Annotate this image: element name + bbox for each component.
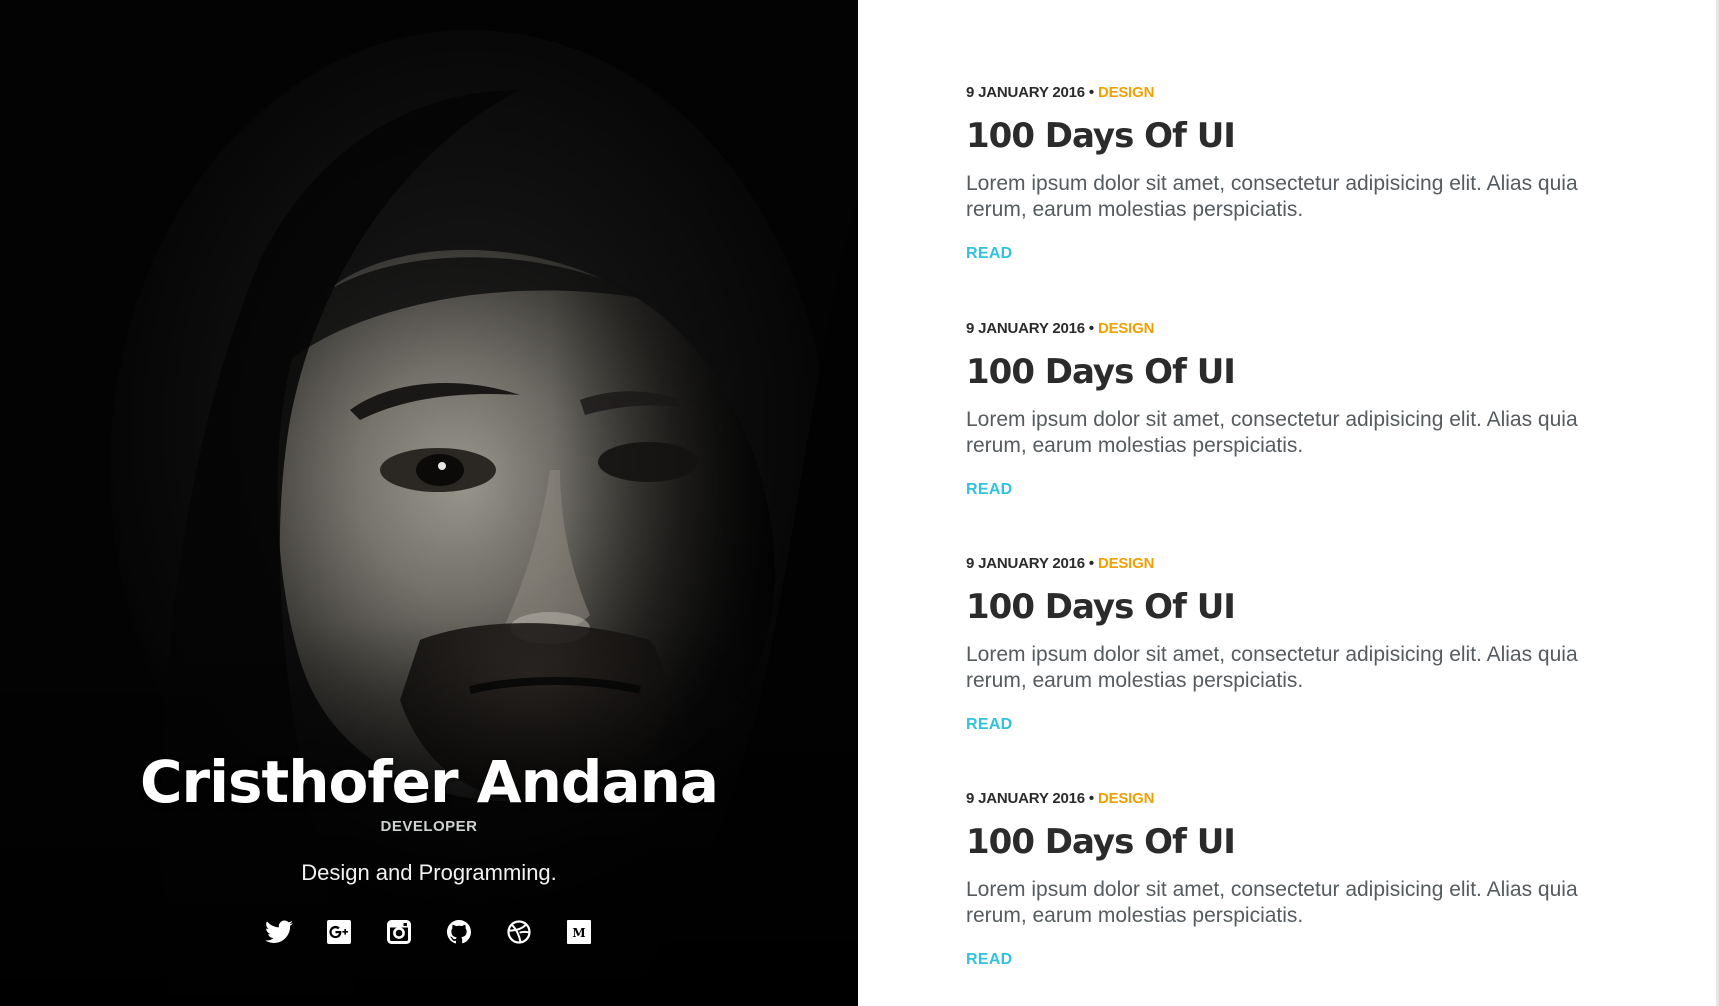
profile-hero: Cristhofer Andana DEVELOPER Design and P… xyxy=(0,0,858,1006)
instagram-link[interactable] xyxy=(385,918,413,946)
post-category[interactable]: DESIGN xyxy=(1098,84,1155,101)
read-link[interactable]: READ xyxy=(966,481,1013,499)
post-meta: 9 JANUARY 2016 • DESIGN xyxy=(966,319,1606,339)
posts-list: 9 JANUARY 2016 • DESIGN 100 Days Of UI L… xyxy=(858,0,1719,1006)
post-item: 9 JANUARY 2016 • DESIGN 100 Days Of UI L… xyxy=(966,83,1606,263)
post-date: 9 JANUARY 2016 xyxy=(966,84,1085,101)
instagram-icon xyxy=(387,920,411,944)
page: Cristhofer Andana DEVELOPER Design and P… xyxy=(0,0,1719,1006)
post-category[interactable]: DESIGN xyxy=(1098,555,1155,572)
post-excerpt: Lorem ipsum dolor sit amet, consectetur … xyxy=(966,878,1578,927)
post-title[interactable]: 100 Days Of UI xyxy=(966,115,1606,157)
post-category[interactable]: DESIGN xyxy=(1098,320,1155,337)
social-links: M xyxy=(0,918,858,946)
github-icon xyxy=(447,920,471,944)
read-link[interactable]: READ xyxy=(966,716,1013,734)
post-title[interactable]: 100 Days Of UI xyxy=(966,821,1606,863)
post-item: 9 JANUARY 2016 • DESIGN 100 Days Of UI L… xyxy=(966,554,1606,734)
post-excerpt: Lorem ipsum dolor sit amet, consectetur … xyxy=(966,408,1578,457)
post-date: 9 JANUARY 2016 xyxy=(966,555,1085,572)
post-category[interactable]: DESIGN xyxy=(1098,790,1155,807)
medium-link[interactable]: M xyxy=(565,918,593,946)
meta-separator: • xyxy=(1088,555,1094,572)
profile-role: DEVELOPER xyxy=(380,818,478,835)
profile-tagline: Design and Programming. xyxy=(301,860,557,885)
post-meta: 9 JANUARY 2016 • DESIGN xyxy=(966,83,1606,103)
post-item: 9 JANUARY 2016 • DESIGN 100 Days Of UI L… xyxy=(966,789,1606,969)
twitter-icon xyxy=(265,920,293,944)
post-item: 9 JANUARY 2016 • DESIGN 100 Days Of UI L… xyxy=(966,319,1606,499)
google-plus-icon xyxy=(327,920,351,944)
post-date: 9 JANUARY 2016 xyxy=(966,320,1085,337)
meta-separator: • xyxy=(1088,320,1094,337)
svg-text:M: M xyxy=(572,926,585,940)
meta-separator: • xyxy=(1088,790,1094,807)
post-meta: 9 JANUARY 2016 • DESIGN xyxy=(966,789,1606,809)
twitter-link[interactable] xyxy=(265,918,293,946)
post-title[interactable]: 100 Days Of UI xyxy=(966,586,1606,628)
meta-separator: • xyxy=(1088,84,1094,101)
medium-icon: M xyxy=(567,920,591,944)
dribbble-icon xyxy=(507,920,531,944)
google-plus-link[interactable] xyxy=(325,918,353,946)
post-excerpt: Lorem ipsum dolor sit amet, consectetur … xyxy=(966,643,1578,692)
profile-photo xyxy=(0,0,858,1006)
post-meta: 9 JANUARY 2016 • DESIGN xyxy=(966,554,1606,574)
post-date: 9 JANUARY 2016 xyxy=(966,790,1085,807)
github-link[interactable] xyxy=(445,918,473,946)
profile-name: Cristhofer Andana xyxy=(139,748,719,816)
post-title[interactable]: 100 Days Of UI xyxy=(966,351,1606,393)
post-excerpt: Lorem ipsum dolor sit amet, consectetur … xyxy=(966,172,1578,221)
read-link[interactable]: READ xyxy=(966,245,1013,263)
read-link[interactable]: READ xyxy=(966,951,1013,969)
dribbble-link[interactable] xyxy=(505,918,533,946)
